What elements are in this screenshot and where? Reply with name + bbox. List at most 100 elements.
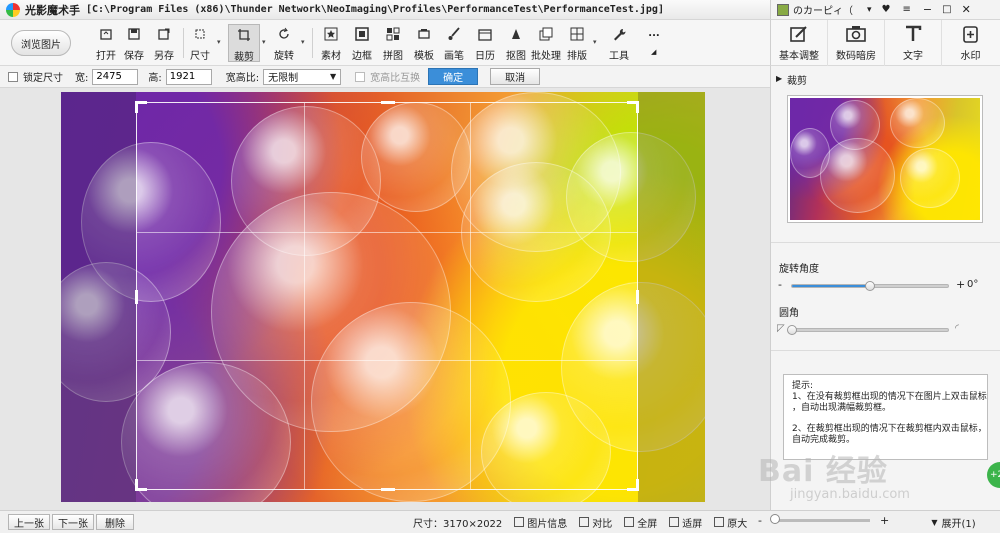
section-title-crop: 裁剪: [787, 76, 807, 87]
rotate-button[interactable]: 旋转: [270, 24, 298, 62]
info-icon: [514, 517, 525, 527]
save-as-button[interactable]: 另存: [150, 24, 178, 62]
adjust-tabs: 基本调整 数码暗房 文字 水印: [770, 20, 1000, 66]
compare-icon: [579, 517, 590, 527]
material-button[interactable]: 素材: [317, 24, 345, 62]
skin-icon[interactable]: ♥: [882, 4, 891, 15]
bubble-decor: [790, 128, 830, 178]
rotate-slider-knob[interactable]: [865, 281, 875, 291]
cutout-button[interactable]: 抠图: [502, 24, 530, 62]
crop-handle-bottom[interactable]: [381, 488, 395, 491]
tab-text[interactable]: 文字: [885, 20, 942, 66]
batch-button[interactable]: 批处理: [531, 24, 561, 62]
rotate-minus[interactable]: -: [778, 278, 782, 291]
confirm-button[interactable]: 确定: [428, 68, 479, 85]
image-info-button[interactable]: 图片信息: [514, 515, 567, 530]
image-canvas[interactable]: [0, 88, 770, 510]
toolbar-divider: [183, 28, 184, 58]
baidu-watermark: Bai 经验: [758, 454, 888, 489]
crop-dropdown-icon[interactable]: ▾: [262, 38, 266, 46]
zoom-out[interactable]: -: [758, 514, 762, 527]
expand-corner-icon[interactable]: ◢: [651, 48, 656, 56]
user-name[interactable]: のカーピィ（: [793, 2, 853, 17]
minimize-icon[interactable]: −: [923, 3, 932, 16]
close-icon[interactable]: ✕: [962, 3, 971, 16]
tab-darkroom[interactable]: 数码暗房: [828, 20, 885, 66]
original-size-label: 原大: [727, 518, 748, 530]
fullscreen-button[interactable]: 全屏: [624, 515, 657, 530]
browse-button[interactable]: 浏览图片: [11, 30, 71, 56]
tip-title: 提示:: [792, 381, 814, 391]
save-icon: [127, 27, 141, 41]
collapse-arrow-icon[interactable]: ▶: [776, 74, 782, 83]
cancel-button[interactable]: 取消: [490, 68, 541, 85]
crop-icon: [237, 28, 251, 42]
rotate-plus[interactable]: +: [956, 278, 965, 291]
tools-label: 工具: [609, 51, 629, 62]
open-button[interactable]: 打开: [92, 24, 120, 62]
width-label: 宽:: [75, 73, 89, 84]
tab-watermark-label: 水印: [960, 51, 981, 62]
crop-handle-bottom-left[interactable]: [135, 479, 147, 491]
layout-dropdown-icon[interactable]: ▾: [593, 38, 597, 46]
collage-label: 拼图: [383, 51, 403, 62]
original-size-button[interactable]: 原大: [714, 515, 747, 530]
crop-handle-top-left[interactable]: [135, 101, 147, 113]
crop-handle-bottom-right[interactable]: [627, 479, 639, 491]
tools-button[interactable]: 工具: [604, 24, 634, 62]
fullscreen-icon: [624, 517, 635, 527]
layout-button[interactable]: 排版: [563, 24, 591, 62]
crop-handle-top-right[interactable]: [627, 101, 639, 113]
brush-button[interactable]: 画笔: [440, 24, 468, 62]
round-slider-knob[interactable]: [787, 325, 797, 335]
zoom-slider-knob[interactable]: [770, 514, 780, 524]
zoom-in[interactable]: +: [880, 514, 889, 527]
chevron-down-icon[interactable]: ▾: [867, 5, 872, 15]
crop-handle-right[interactable]: [636, 290, 639, 304]
size-button[interactable]: 尺寸: [186, 24, 214, 62]
expand-button[interactable]: ▼ 展开(1): [907, 513, 1000, 531]
crop-grid-line: [137, 231, 637, 233]
rotate-slider[interactable]: [791, 281, 949, 291]
size-label: 尺寸: [190, 51, 210, 62]
edited-photo[interactable]: [61, 92, 705, 502]
tab-basic-adjust[interactable]: 基本调整: [771, 20, 828, 66]
ratio-select[interactable]: 无限制 ▼: [263, 68, 342, 85]
image-info-label: 图片信息: [527, 518, 568, 530]
crop-button[interactable]: 裁剪: [228, 24, 260, 63]
swap-ratio-checkbox[interactable]: [355, 71, 366, 82]
tip-line: 自动完成裁剪。: [792, 435, 856, 445]
next-image-button[interactable]: 下一张: [52, 514, 94, 530]
file-path: [C:\Program Files (x86)\Thunder Network\…: [86, 4, 664, 15]
prev-image-button[interactable]: 上一张: [8, 514, 50, 530]
crop-handle-top[interactable]: [381, 101, 395, 104]
crop-frame[interactable]: [135, 101, 639, 491]
template-button[interactable]: 模板: [410, 24, 438, 62]
compare-button[interactable]: 对比: [579, 515, 612, 530]
more-button[interactable]: ...: [640, 24, 668, 62]
tab-watermark[interactable]: 水印: [942, 20, 999, 66]
fit-screen-button[interactable]: 适屏: [669, 515, 702, 530]
calendar-button[interactable]: 日历: [471, 24, 499, 62]
round-corner-slider[interactable]: [787, 325, 949, 335]
collage-button[interactable]: 拼图: [379, 24, 407, 62]
menu-icon[interactable]: ≡: [903, 4, 911, 15]
width-input[interactable]: [92, 68, 139, 85]
zoom-slider[interactable]: [772, 519, 870, 522]
maximize-icon[interactable]: □: [942, 4, 951, 15]
layout-icon: [570, 27, 584, 41]
lock-size-checkbox[interactable]: [8, 71, 18, 82]
crop-handle-left[interactable]: [135, 290, 138, 304]
save-button[interactable]: 保存: [120, 24, 148, 62]
cutout-label: 抠图: [506, 51, 526, 62]
border-icon: [355, 27, 369, 41]
open-icon: [99, 27, 113, 41]
tip-spacer: [792, 414, 979, 424]
rotate-dropdown-icon[interactable]: ▾: [301, 38, 305, 46]
delete-button[interactable]: 删除: [96, 514, 134, 530]
avatar[interactable]: [777, 3, 789, 16]
height-input[interactable]: [165, 68, 212, 85]
border-button[interactable]: 边框: [348, 24, 376, 62]
size-dropdown-icon[interactable]: ▾: [217, 38, 221, 46]
status-bar: 上一张 下一张 删除 尺寸：3170×2022 图片信息 对比 全屏 适屏 原大…: [0, 510, 1000, 533]
